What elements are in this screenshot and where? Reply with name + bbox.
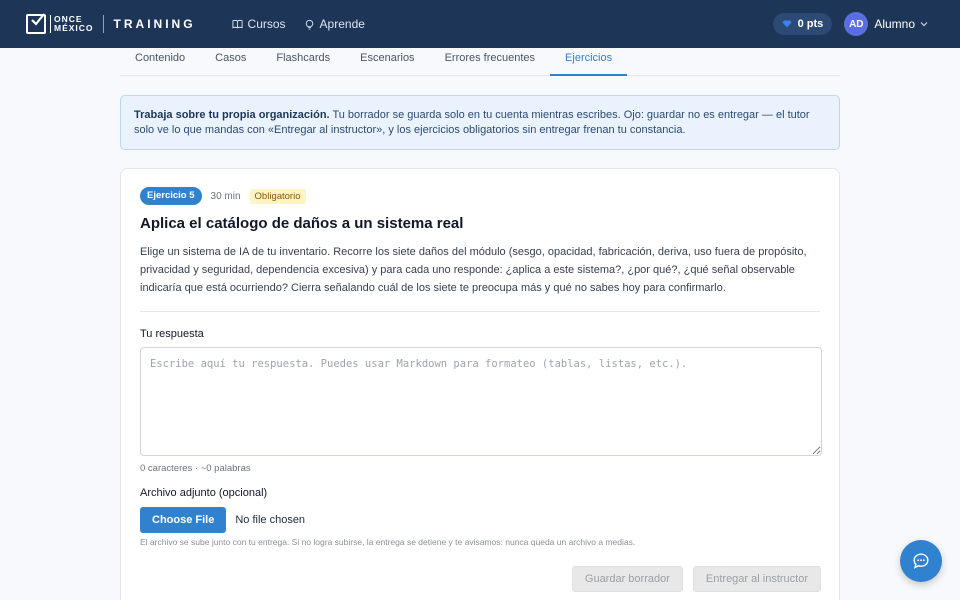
- info-notice: Trabaja sobre tu propia organización. Tu…: [120, 95, 840, 150]
- exercise-description: Elige un sistema de IA de tu inventario.…: [140, 246, 807, 294]
- tab-casos[interactable]: Casos: [200, 48, 261, 76]
- response-textarea[interactable]: [140, 347, 822, 456]
- avatar[interactable]: AD: [844, 12, 869, 36]
- tab-errores-frecuentes[interactable]: Errores frecuentes: [430, 48, 550, 76]
- tab-contenido[interactable]: Contenido: [120, 48, 200, 76]
- response-label: Tu respuesta: [140, 328, 204, 340]
- logo-product-name: TRAINING: [113, 17, 196, 31]
- tab-escenarios[interactable]: Escenarios: [345, 48, 429, 76]
- chevron-down-icon[interactable]: [920, 21, 928, 27]
- top-navbar: ONCE MÉXICO TRAINING Cursos Aprende 0 pt…: [0, 0, 960, 48]
- points-badge[interactable]: 0 pts: [772, 13, 833, 35]
- lightbulb-icon: [305, 19, 313, 30]
- notice-bold: Trabaja sobre tu propia organización.: [134, 109, 330, 121]
- exercise-duration: 30 min: [210, 190, 241, 202]
- character-count: 0 caracteres · ~0 palabras: [140, 463, 251, 474]
- chat-icon: [913, 553, 929, 569]
- exercise-number-badge: Ejercicio 5: [140, 187, 202, 205]
- save-draft-button[interactable]: Guardar borrador: [571, 566, 683, 592]
- file-input: Choose File No file chosen: [140, 507, 820, 533]
- choose-file-button[interactable]: Choose File: [140, 507, 227, 533]
- logo[interactable]: ONCE MÉXICO TRAINING: [26, 0, 196, 48]
- book-icon: [231, 19, 243, 29]
- attachment-label: Archivo adjunto (opcional): [140, 487, 268, 499]
- nav-cursos[interactable]: Cursos: [231, 17, 286, 31]
- exercise-meta: Ejercicio 5 30 min Obligatorio: [140, 187, 820, 205]
- exercise-card: Ejercicio 5 30 min Obligatorio Aplica el…: [120, 168, 840, 600]
- logo-check-icon: [26, 13, 46, 34]
- divider: [140, 311, 820, 312]
- form-actions: Guardar borrador Entregar al instructor: [562, 566, 821, 592]
- nav-aprende-label: Aprende: [319, 17, 365, 31]
- submit-button[interactable]: Entregar al instructor: [692, 566, 821, 592]
- required-badge: Obligatorio: [249, 188, 306, 204]
- nav-cursos-label: Cursos: [247, 17, 286, 31]
- logo-wordmark: ONCE MÉXICO: [50, 15, 94, 33]
- file-status: No file chosen: [235, 514, 306, 526]
- main-nav: Cursos Aprende: [231, 17, 383, 31]
- user-name[interactable]: Alumno: [874, 17, 915, 31]
- section-tabs: Contenido Casos Flashcards Escenarios Er…: [120, 48, 840, 76]
- exercise-title: Aplica el catálogo de daños a un sistema…: [140, 215, 464, 232]
- nav-aprende[interactable]: Aprende: [304, 17, 365, 31]
- tab-flashcards[interactable]: Flashcards: [261, 48, 345, 76]
- points-value: 0 pts: [797, 18, 824, 30]
- chat-button[interactable]: [900, 540, 942, 582]
- gem-icon: [782, 20, 792, 28]
- logo-divider: [102, 15, 104, 33]
- attachment-help-text: El archivo se sube junto con tu entrega.…: [140, 537, 636, 547]
- tab-ejercicios[interactable]: Ejercicios: [550, 48, 628, 76]
